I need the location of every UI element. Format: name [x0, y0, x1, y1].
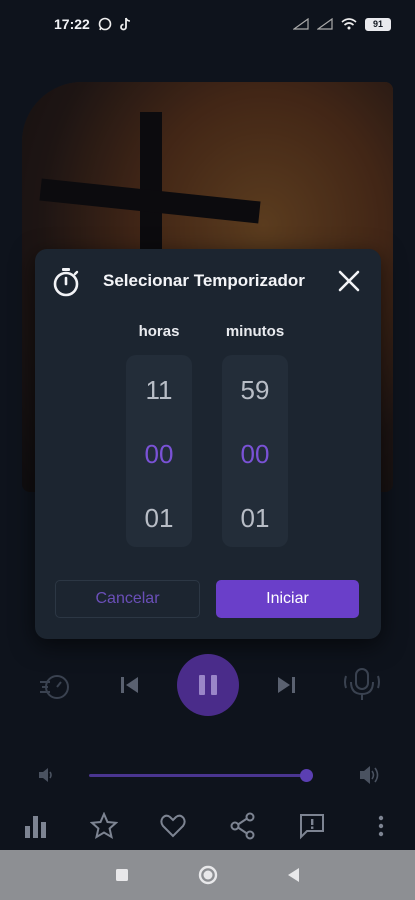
battery-level: 91: [372, 19, 383, 29]
hours-selected-value[interactable]: 00: [126, 439, 192, 470]
back-icon[interactable]: [286, 867, 300, 883]
volume-slider[interactable]: [89, 774, 313, 777]
status-time: 17:22: [54, 16, 90, 32]
action-bar: [0, 806, 415, 846]
skip-previous-icon[interactable]: [120, 676, 140, 694]
minutes-selected-value[interactable]: 00: [222, 439, 288, 470]
hours-picker[interactable]: 11 00 01: [126, 355, 192, 547]
equalizer-icon[interactable]: [22, 812, 50, 840]
dialog-header: Selecionar Temporizador: [35, 249, 381, 315]
share-icon[interactable]: [229, 812, 257, 840]
podcast-mic-icon[interactable]: [343, 666, 381, 702]
sleep-timer-icon[interactable]: [38, 668, 72, 702]
hours-next-value[interactable]: 01: [126, 503, 192, 534]
cancel-button[interactable]: Cancelar: [55, 580, 200, 618]
more-vert-icon[interactable]: [367, 812, 395, 840]
status-bar: 17:22 91: [0, 0, 415, 48]
pause-icon: [199, 675, 217, 695]
battery-icon: 91: [365, 17, 391, 31]
volume-row: [0, 760, 415, 790]
minutes-picker[interactable]: 59 00 01: [222, 355, 288, 547]
volume-slider-thumb[interactable]: [300, 769, 314, 782]
hours-prev-value[interactable]: 11: [126, 375, 192, 406]
wifi-icon: [341, 18, 357, 30]
recent-apps-icon[interactable]: [115, 868, 129, 882]
start-button[interactable]: Iniciar: [216, 580, 359, 618]
whatsapp-icon: [98, 17, 112, 31]
signal-icon: [293, 18, 309, 30]
hours-label: horas: [138, 323, 180, 340]
minutes-label: minutos: [225, 323, 285, 340]
signal-icon: [317, 18, 333, 30]
sleep-timer-dialog: Selecionar Temporizador horas minutos 11…: [35, 249, 381, 639]
volume-high-icon: [360, 766, 379, 784]
feedback-icon[interactable]: [298, 812, 326, 840]
minutes-next-value[interactable]: 01: [222, 503, 288, 534]
minutes-prev-value[interactable]: 59: [222, 375, 288, 406]
dialog-title: Selecionar Temporizador: [103, 271, 305, 290]
star-icon[interactable]: [90, 812, 118, 840]
timer-icon: [53, 268, 79, 297]
pause-button[interactable]: [177, 654, 239, 716]
home-icon[interactable]: [198, 865, 218, 885]
skip-next-icon[interactable]: [276, 676, 296, 694]
system-nav-bar: [0, 850, 415, 900]
player-controls: [0, 648, 415, 722]
heart-icon[interactable]: [159, 812, 187, 840]
close-icon[interactable]: [335, 267, 363, 295]
tiktok-icon: [119, 17, 130, 31]
volume-low-icon: [39, 768, 52, 782]
